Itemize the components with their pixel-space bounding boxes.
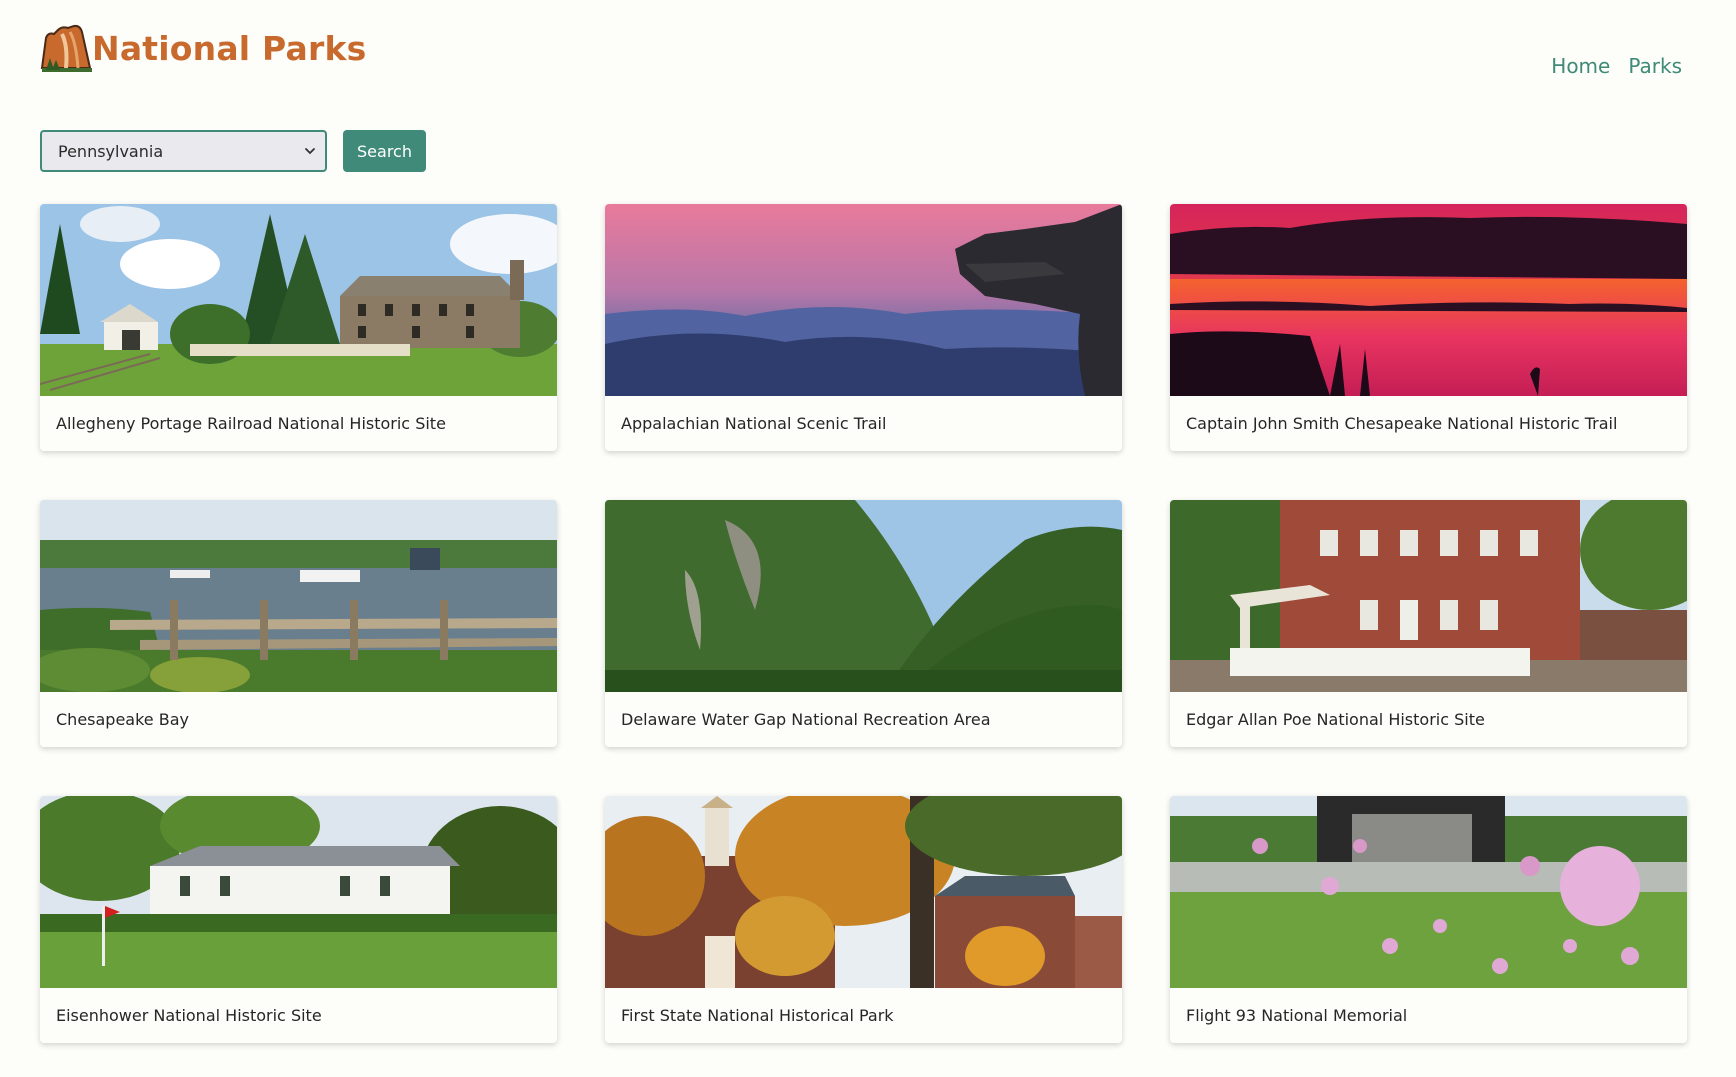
- park-image-autumn-courthouse: [605, 796, 1122, 988]
- park-card[interactable]: First State National Historical Park: [605, 796, 1122, 1043]
- parks-grid: Allegheny Portage Railroad National Hist…: [40, 204, 1687, 1043]
- park-card[interactable]: Delaware Water Gap National Recreation A…: [605, 500, 1122, 747]
- park-card-title: Flight 93 National Memorial: [1186, 1006, 1408, 1025]
- park-card-title: Captain John Smith Chesapeake National H…: [1186, 414, 1618, 433]
- park-card-title: Eisenhower National Historic Site: [56, 1006, 322, 1025]
- park-card-title: Appalachian National Scenic Trail: [621, 414, 887, 433]
- nav-link-home[interactable]: Home: [1551, 54, 1610, 78]
- park-image-memorial-wildflowers: [1170, 796, 1687, 988]
- brand-name: National Parks: [92, 29, 367, 68]
- nav-link-parks[interactable]: Parks: [1628, 54, 1682, 78]
- park-image-white-farmhouse-lawn: [40, 796, 557, 988]
- site-header: National Parks Home Parks: [40, 22, 1696, 92]
- brand-link[interactable]: National Parks: [40, 24, 366, 74]
- state-select-value: Pennsylvania: [58, 141, 164, 161]
- park-card[interactable]: Allegheny Portage Railroad National Hist…: [40, 204, 557, 451]
- park-card[interactable]: Eisenhower National Historic Site: [40, 796, 557, 1043]
- park-card-title: Chesapeake Bay: [56, 710, 189, 729]
- park-image-stone-house-railroad: [40, 204, 557, 396]
- park-image-mountain-sunset-ledge: [605, 204, 1122, 396]
- park-card[interactable]: Appalachian National Scenic Trail: [605, 204, 1122, 451]
- park-card-title: Delaware Water Gap National Recreation A…: [621, 710, 991, 729]
- park-card[interactable]: Captain John Smith Chesapeake National H…: [1170, 204, 1687, 451]
- park-image-marina-docks: [40, 500, 557, 692]
- park-card-title: Allegheny Portage Railroad National Hist…: [56, 414, 446, 433]
- park-card[interactable]: Flight 93 National Memorial: [1170, 796, 1687, 1043]
- state-select[interactable]: Pennsylvania: [40, 130, 327, 172]
- page: National Parks Home Parks Pennsylvania S…: [0, 0, 1736, 1077]
- park-card-title: Edgar Allan Poe National Historic Site: [1186, 710, 1485, 729]
- park-card[interactable]: Chesapeake Bay: [40, 500, 557, 747]
- park-image-forested-gap: [605, 500, 1122, 692]
- main-nav: Home Parks: [1551, 54, 1682, 78]
- mountain-logo-icon: [40, 24, 92, 72]
- park-card-title: First State National Historical Park: [621, 1006, 894, 1025]
- search-button[interactable]: Search: [343, 130, 426, 172]
- park-image-brick-house-fence: [1170, 500, 1687, 692]
- park-image-red-sunset-marsh: [1170, 204, 1687, 396]
- chevron-down-icon: [305, 148, 315, 155]
- park-card[interactable]: Edgar Allan Poe National Historic Site: [1170, 500, 1687, 747]
- search-bar: Pennsylvania Search: [40, 130, 426, 172]
